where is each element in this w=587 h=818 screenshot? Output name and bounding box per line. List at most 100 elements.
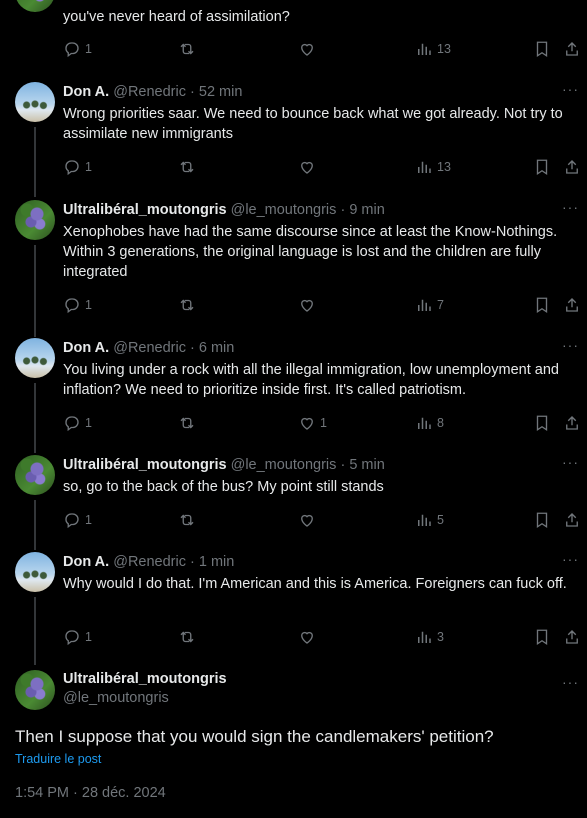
more-icon[interactable]: ··· (562, 675, 579, 689)
like-icon (301, 631, 313, 644)
reply-button[interactable]: 1 (63, 627, 92, 647)
tweet-actions: 1 7 (63, 295, 583, 315)
tweet-header: Ultralibéral_moutongris @le_moutongris ·… (63, 456, 385, 474)
like-button[interactable] (298, 510, 316, 530)
share-button[interactable] (563, 627, 581, 647)
reply-count: 1 (85, 513, 92, 527)
like-button[interactable] (298, 295, 316, 315)
avatar[interactable] (15, 455, 55, 495)
like-button[interactable] (298, 157, 316, 177)
retweet-button[interactable] (178, 627, 196, 647)
views-count: 13 (437, 160, 451, 174)
bookmark-button[interactable] (533, 627, 551, 647)
reply-button[interactable]: 1 (63, 295, 92, 315)
more-icon[interactable]: ··· (562, 338, 579, 352)
bookmark-icon (536, 512, 548, 529)
tweet-actions: 1 1 8 (63, 413, 583, 433)
user-name[interactable]: Ultralibéral_moutongris (63, 202, 227, 218)
reply-button[interactable]: 1 (63, 157, 92, 177)
views-icon (418, 514, 431, 526)
like-icon (301, 43, 313, 56)
user-handle[interactable]: @Renedric (113, 554, 186, 570)
post-date[interactable]: 1:54 PM · 28 déc. 2024 (15, 785, 166, 801)
reply-button[interactable]: 1 (63, 510, 92, 530)
more-icon[interactable]: ··· (562, 455, 579, 469)
main-tweet-text: Then I suppose that you would sign the c… (15, 727, 494, 746)
user-handle[interactable]: @le_moutongris (63, 689, 227, 708)
reply-icon (65, 630, 79, 646)
timestamp[interactable]: 52 min (199, 84, 243, 100)
like-button[interactable]: 1 (298, 413, 327, 433)
views-button[interactable]: 5 (415, 510, 444, 530)
bookmark-button[interactable] (533, 510, 551, 530)
reply-button[interactable]: 1 (63, 39, 92, 59)
views-icon (418, 631, 431, 643)
bookmark-button[interactable] (533, 295, 551, 315)
reply-icon (65, 42, 79, 58)
views-icon (418, 417, 431, 429)
avatar[interactable] (15, 200, 55, 240)
tweet-actions: 1 13 (63, 157, 583, 177)
timestamp[interactable]: 9 min (349, 202, 384, 218)
views-button[interactable]: 8 (415, 413, 444, 433)
retweet-button[interactable] (178, 157, 196, 177)
bookmark-button[interactable] (533, 39, 551, 59)
like-button[interactable] (298, 39, 316, 59)
timestamp[interactable]: 5 min (349, 457, 384, 473)
bookmark-button[interactable] (533, 157, 551, 177)
thread-line (34, 500, 36, 550)
separator: · (190, 84, 195, 100)
retweet-button[interactable] (178, 295, 196, 315)
share-button[interactable] (563, 295, 581, 315)
separator: · (190, 340, 195, 356)
share-button[interactable] (563, 510, 581, 530)
reply-icon (65, 298, 79, 314)
user-name[interactable]: Ultralibéral_moutongris (63, 457, 227, 473)
avatar[interactable] (15, 0, 55, 12)
more-icon[interactable]: ··· (562, 552, 579, 566)
views-button[interactable]: 3 (415, 627, 444, 647)
user-handle[interactable]: @le_moutongris (231, 457, 337, 473)
user-name[interactable]: Ultralibéral_moutongris (63, 670, 227, 689)
user-handle[interactable]: @Renedric (113, 340, 186, 356)
avatar[interactable] (15, 338, 55, 378)
user-handle[interactable]: @Renedric (113, 84, 186, 100)
timestamp[interactable]: 6 min (199, 340, 234, 356)
tweet-text: Xenophobes have had the same discourse s… (63, 224, 558, 280)
views-button[interactable]: 13 (415, 39, 451, 59)
tweet-text: Wrong priorities saar. We need to bounce… (63, 106, 563, 142)
avatar[interactable] (15, 82, 55, 122)
like-button[interactable] (298, 627, 316, 647)
reply-button[interactable]: 1 (63, 413, 92, 433)
more-icon[interactable]: ··· (562, 200, 579, 214)
share-button[interactable] (563, 413, 581, 433)
reply-icon (65, 513, 79, 529)
avatar[interactable] (15, 552, 55, 592)
tweet-header: Don A. @Renedric · 6 min (63, 339, 234, 357)
like-icon (301, 161, 313, 174)
retweet-button[interactable] (178, 39, 196, 59)
views-button[interactable]: 7 (415, 295, 444, 315)
views-icon (418, 161, 431, 173)
timestamp[interactable]: 1 min (199, 554, 234, 570)
avatar[interactable] (15, 670, 55, 710)
share-icon (566, 416, 578, 430)
share-icon (566, 513, 578, 527)
more-icon[interactable]: ··· (562, 82, 579, 96)
tweet-header: Don A. @Renedric · 1 min (63, 553, 234, 571)
translate-link[interactable]: Traduire le post (15, 752, 101, 766)
user-name[interactable]: Don A. (63, 554, 109, 570)
views-button[interactable]: 13 (415, 157, 451, 177)
share-button[interactable] (563, 157, 581, 177)
share-button[interactable] (563, 39, 581, 59)
user-name[interactable]: Don A. (63, 84, 109, 100)
share-icon (566, 630, 578, 644)
tweet-actions: 1 3 (63, 627, 583, 647)
retweet-button[interactable] (178, 413, 196, 433)
bookmark-button[interactable] (533, 413, 551, 433)
retweet-icon (180, 161, 194, 173)
retweet-button[interactable] (178, 510, 196, 530)
user-name[interactable]: Don A. (63, 340, 109, 356)
views-count: 13 (437, 42, 451, 56)
user-handle[interactable]: @le_moutongris (231, 202, 337, 218)
